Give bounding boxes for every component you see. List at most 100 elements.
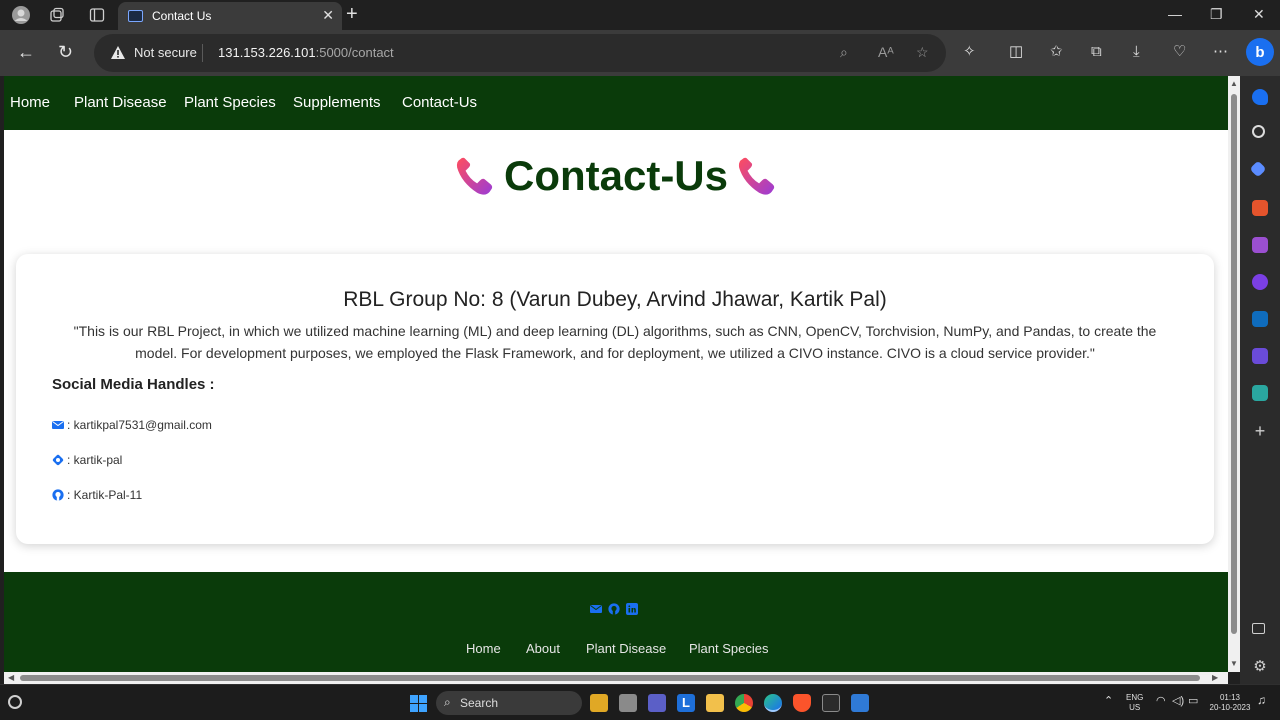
address-separator xyxy=(202,44,203,62)
workspaces-icon[interactable] xyxy=(46,5,68,25)
widgets-app-icon[interactable] xyxy=(590,694,608,712)
linkedin-icon[interactable] xyxy=(626,603,638,615)
read-aloud-icon[interactable]: Aᴬ xyxy=(878,44,894,60)
url-path: :5000/contact xyxy=(315,45,394,60)
tab-close-icon[interactable]: ✕ xyxy=(322,7,334,24)
profile-icon[interactable] xyxy=(10,5,32,25)
battery-icon[interactable]: ▭ xyxy=(1188,696,1198,707)
site-navbar: Home Plant Disease Plant Species Supplem… xyxy=(4,76,1228,130)
hashnode-icon xyxy=(52,454,64,466)
notifications-icon[interactable] xyxy=(1252,89,1268,105)
language-bottom: US xyxy=(1129,703,1141,712)
task-view-icon[interactable] xyxy=(619,694,637,712)
nav-contact-us[interactable]: Contact-Us xyxy=(402,94,477,111)
terminal-icon[interactable] xyxy=(822,694,840,712)
show-hidden-icons-icon[interactable]: ⌃ xyxy=(1104,696,1113,707)
email-text: : kartikpal7531@gmail.com xyxy=(67,418,212,432)
url-host: 131.153.226.101 xyxy=(218,45,316,60)
social-hashnode[interactable]: : kartik-pal xyxy=(52,453,122,467)
search-icon: ⌕ xyxy=(444,695,451,709)
outlook-icon[interactable] xyxy=(1252,311,1268,327)
page-title-text: Contact-Us xyxy=(503,152,728,199)
drop-icon[interactable] xyxy=(1252,385,1268,401)
add-sidebar-app-icon[interactable]: + xyxy=(1252,422,1268,440)
warning-icon xyxy=(111,46,125,59)
scroll-up-icon[interactable]: ▲ xyxy=(1230,79,1238,88)
zoom-icon[interactable]: ⌕ xyxy=(840,44,848,61)
footer-social-icons xyxy=(590,603,638,615)
extensions-icon[interactable]: ✧ xyxy=(963,43,976,61)
split-screen-icon[interactable]: ◫ xyxy=(1009,43,1023,61)
tools-icon[interactable] xyxy=(1252,200,1268,216)
windows-start-icon[interactable] xyxy=(410,695,427,712)
sidebar-settings-gear-icon[interactable]: ⚙ xyxy=(1252,659,1268,676)
social-github[interactable]: : Kartik-Pal-11 xyxy=(52,488,142,502)
more-menu-icon[interactable]: ⋯ xyxy=(1213,43,1228,61)
scroll-right-icon[interactable]: ▶ xyxy=(1212,673,1218,682)
page-title: Contact-Us xyxy=(4,152,1228,200)
favorites-icon[interactable]: ✩ xyxy=(1050,43,1063,61)
github-text: : Kartik-Pal-11 xyxy=(67,488,143,502)
footer-plant-disease[interactable]: Plant Disease xyxy=(586,641,666,656)
chrome-icon[interactable] xyxy=(735,694,753,712)
collections-icon[interactable]: ⧉ xyxy=(1091,43,1102,61)
downloads-icon[interactable]: ⤓ xyxy=(1133,43,1140,61)
edge-sidebar: + ⚙ xyxy=(1240,76,1280,684)
weather-icon[interactable] xyxy=(8,695,22,709)
nav-plant-species[interactable]: Plant Species xyxy=(184,94,276,111)
teams-chat-icon[interactable] xyxy=(648,694,666,712)
envelope-icon[interactable] xyxy=(590,603,602,615)
minimize-icon[interactable]: — xyxy=(1168,6,1182,22)
active-tab[interactable]: Contact Us ✕ xyxy=(118,2,342,30)
url-text[interactable]: 131.153.226.101:5000/contact xyxy=(218,45,394,60)
brave-icon[interactable] xyxy=(793,694,811,712)
social-heading: Social Media Handles : xyxy=(52,376,215,393)
footer-about[interactable]: About xyxy=(526,641,560,656)
vertical-tabs-icon[interactable] xyxy=(86,5,108,25)
file-explorer-icon[interactable] xyxy=(706,694,724,712)
github-icon[interactable] xyxy=(608,603,620,615)
hide-sidebar-icon[interactable] xyxy=(1252,623,1265,634)
edge-icon[interactable] xyxy=(764,694,782,712)
horizontal-scroll-thumb[interactable] xyxy=(20,675,1200,681)
hashnode-text: : kartik-pal xyxy=(67,453,123,467)
browser-essentials-icon[interactable]: ♡ xyxy=(1173,43,1186,61)
scroll-left-icon[interactable]: ◀ xyxy=(8,673,14,682)
scroll-down-icon[interactable]: ▼ xyxy=(1230,659,1238,668)
vertical-scroll-thumb[interactable] xyxy=(1231,94,1237,634)
notification-bell-icon[interactable]: ♫ xyxy=(1257,694,1266,706)
taskbar-search[interactable]: ⌕ Search xyxy=(436,691,582,715)
favorite-star-icon[interactable]: ☆ xyxy=(916,44,929,61)
notepad-icon[interactable] xyxy=(851,694,869,712)
terminal-favicon-icon xyxy=(128,10,143,22)
new-tab-icon[interactable]: + xyxy=(346,4,358,24)
language-indicator[interactable]: ENG US xyxy=(1126,693,1143,713)
nav-plant-disease[interactable]: Plant Disease xyxy=(74,94,167,111)
clock[interactable]: 01:13 20-10-2023 xyxy=(1208,693,1252,713)
nav-supplements[interactable]: Supplements xyxy=(293,94,381,111)
windows-taskbar: ⌕ Search L ⌃ ENG US ◠ ◁) ▭ 01:13 20-10-2… xyxy=(0,684,1280,720)
copilot-icon[interactable]: b xyxy=(1246,38,1274,66)
nav-home[interactable]: Home xyxy=(10,94,50,111)
address-bar[interactable]: Not secure 131.153.226.101:5000/contact … xyxy=(94,34,946,72)
social-email[interactable]: : kartikpal7531@gmail.com xyxy=(52,418,212,432)
search-icon[interactable] xyxy=(1252,125,1265,138)
back-arrow-icon[interactable]: ← xyxy=(17,42,35,62)
vertical-scrollbar[interactable]: ▲ ▼ xyxy=(1228,76,1240,672)
games-icon[interactable] xyxy=(1252,237,1268,253)
close-window-icon[interactable]: ✕ xyxy=(1253,6,1265,23)
shopping-tag-icon[interactable] xyxy=(1249,160,1267,178)
footer-home[interactable]: Home xyxy=(466,641,501,656)
microsoft-365-icon[interactable] xyxy=(1252,274,1268,290)
volume-icon[interactable]: ◁) xyxy=(1172,696,1184,707)
footer-plant-species[interactable]: Plant Species xyxy=(689,641,769,656)
designer-icon[interactable] xyxy=(1252,348,1268,364)
language-top: ENG xyxy=(1126,693,1144,702)
clock-date: 20-10-2023 xyxy=(1209,703,1251,712)
horizontal-scrollbar[interactable]: ◀ ▶ xyxy=(4,672,1228,684)
refresh-icon[interactable]: ↻ xyxy=(58,42,73,62)
security-label[interactable]: Not secure xyxy=(134,45,197,60)
lens-app-icon[interactable]: L xyxy=(677,694,695,712)
restore-icon[interactable]: ❐ xyxy=(1210,6,1223,23)
wifi-icon[interactable]: ◠ xyxy=(1156,696,1166,707)
